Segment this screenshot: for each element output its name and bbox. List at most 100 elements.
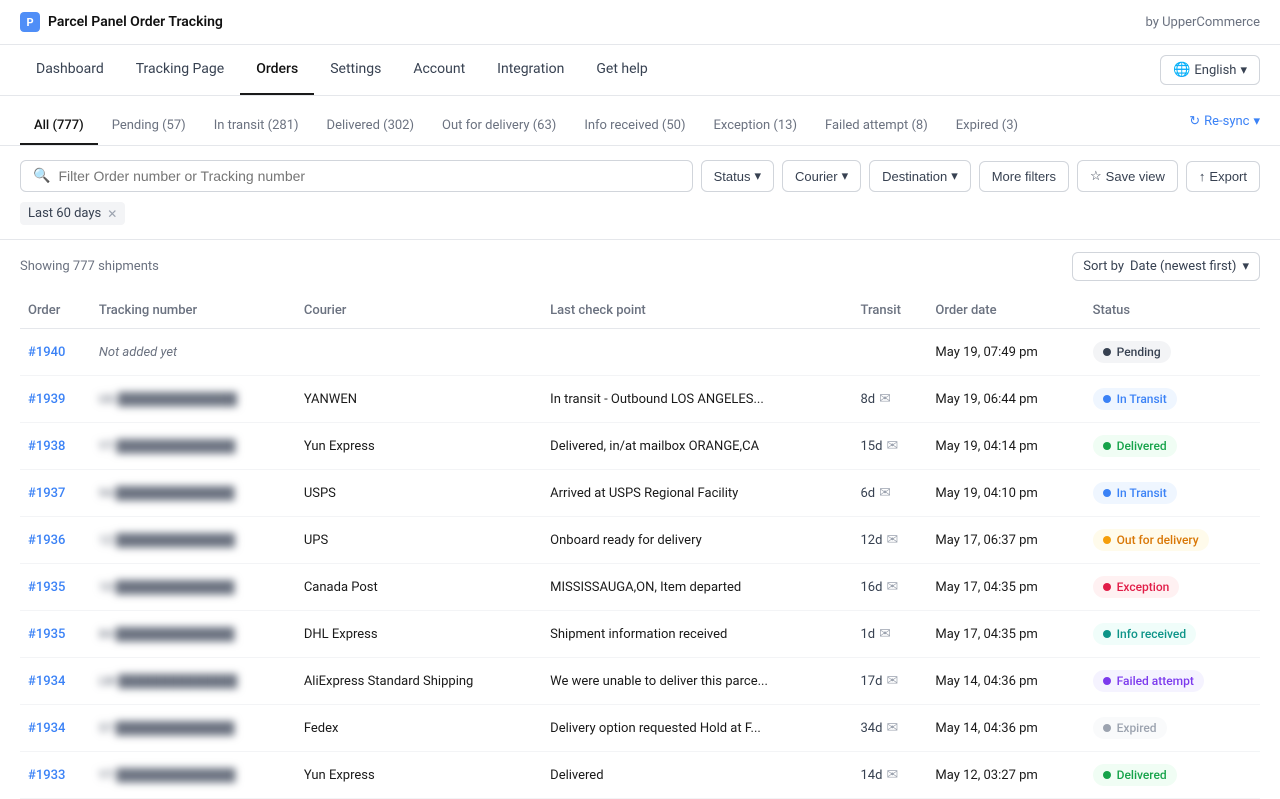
order-link[interactable]: #1937	[28, 486, 65, 501]
checkpoint-cell: MISSISSAUGA,ON, Item departed	[542, 564, 852, 611]
nav-account[interactable]: Account	[397, 45, 481, 95]
table-row: #193584 ██████████████DHL ExpressShipmen…	[20, 611, 1260, 658]
courier-filter-button[interactable]: Courier ▾	[782, 160, 861, 192]
language-selector[interactable]: 🌐 English ▾	[1160, 55, 1260, 85]
email-icon: ✉	[879, 485, 891, 501]
tracking-link[interactable]: 84 ██████████████	[99, 627, 235, 641]
transit-cell: 12d ✉	[853, 517, 928, 564]
tracking-link[interactable]: YT ██████████████	[99, 768, 235, 782]
order-link[interactable]: #1933	[28, 768, 65, 783]
transit-cell: 15d ✉	[853, 423, 928, 470]
tracking-link[interactable]: 94 ██████████████	[99, 486, 235, 500]
tab-in-transit[interactable]: In transit (281)	[200, 108, 313, 145]
nav-integration[interactable]: Integration	[481, 45, 580, 95]
status-filter-button[interactable]: Status ▾	[701, 160, 774, 192]
transit-cell: 6d ✉	[853, 470, 928, 517]
status-badge: Failed attempt	[1093, 670, 1204, 692]
tracking-link[interactable]: LW ██████████████	[99, 674, 237, 688]
order-link[interactable]: #1940	[28, 345, 65, 360]
tracking-link[interactable]: 1Z ██████████████	[99, 533, 235, 547]
app-by: by UpperCommerce	[1146, 15, 1261, 30]
tracking-link[interactable]: 10 ██████████████	[99, 580, 235, 594]
orders-table-wrap: Order Tracking number Courier Last check…	[0, 293, 1280, 799]
sort-value: Date (newest first)	[1130, 259, 1236, 274]
order-link[interactable]: #1936	[28, 533, 65, 548]
tab-expired[interactable]: Expired (3)	[942, 108, 1032, 145]
search-input[interactable]	[58, 168, 679, 184]
email-icon: ✉	[886, 579, 898, 595]
tracking-not-added: Not added yet	[99, 345, 177, 360]
courier-cell: Yun Express	[296, 423, 542, 470]
checkpoint-cell: Delivered, in/at mailbox ORANGE,CA	[542, 423, 852, 470]
save-view-label: Save view	[1106, 169, 1165, 184]
status-cell: Info received	[1085, 611, 1260, 658]
checkpoint-cell: In transit - Outbound LOS ANGELES...	[542, 376, 852, 423]
globe-icon: 🌐	[1173, 62, 1190, 78]
app-logo: P	[20, 12, 40, 32]
order-link[interactable]: #1935	[28, 627, 65, 642]
status-cell: In Transit	[1085, 376, 1260, 423]
more-filters-button[interactable]: More filters	[979, 161, 1069, 192]
tag-remove-button[interactable]: ✕	[107, 207, 117, 221]
order-link[interactable]: #1934	[28, 721, 65, 736]
order-date-cell: May 19, 04:10 pm	[927, 470, 1084, 517]
order-date-cell: May 17, 04:35 pm	[927, 611, 1084, 658]
sort-selector[interactable]: Sort by Date (newest first) ▾	[1072, 252, 1260, 281]
search-icon: 🔍	[33, 168, 50, 184]
tags-row: Last 60 days ✕	[20, 202, 1260, 225]
status-dot	[1103, 677, 1111, 685]
table-row: #193794 ██████████████USPSArrived at USP…	[20, 470, 1260, 517]
table-row: #193457 ██████████████FedexDelivery opti…	[20, 705, 1260, 752]
table-info-row: Showing 777 shipments Sort by Date (newe…	[0, 240, 1280, 293]
order-link[interactable]: #1935	[28, 580, 65, 595]
transit-cell: 1d ✉	[853, 611, 928, 658]
tracking-link[interactable]: UG ██████████████	[99, 392, 237, 406]
save-view-button[interactable]: ☆ Save view	[1077, 160, 1178, 192]
tab-info-received[interactable]: Info received (50)	[570, 108, 699, 145]
tab-pending[interactable]: Pending (57)	[98, 108, 200, 145]
status-cell: Pending	[1085, 329, 1260, 376]
showing-count: Showing 777 shipments	[20, 259, 159, 274]
filters-row: 🔍 Status ▾ Courier ▾ Destination ▾ More …	[20, 160, 1260, 192]
nav-links: Dashboard Tracking Page Orders Settings …	[20, 45, 664, 95]
col-tracking-number: Tracking number	[91, 293, 296, 329]
order-link[interactable]: #1938	[28, 439, 65, 454]
table-row: #193510 ██████████████Canada PostMISSISS…	[20, 564, 1260, 611]
tab-delivered[interactable]: Delivered (302)	[313, 108, 428, 145]
email-icon: ✉	[879, 626, 891, 642]
status-badge: Info received	[1093, 623, 1196, 645]
table-row: #1934LW ██████████████AliExpress Standar…	[20, 658, 1260, 705]
destination-filter-button[interactable]: Destination ▾	[869, 160, 971, 192]
export-button[interactable]: ↑ Export	[1186, 161, 1260, 192]
nav-get-help[interactable]: Get help	[580, 45, 663, 95]
orders-table: Order Tracking number Courier Last check…	[20, 293, 1260, 799]
order-link[interactable]: #1939	[28, 392, 65, 407]
nav-tracking-page[interactable]: Tracking Page	[120, 45, 240, 95]
nav-orders[interactable]: Orders	[240, 45, 314, 95]
resync-button[interactable]: ↻ Re-sync ▾	[1189, 114, 1260, 139]
tab-exception[interactable]: Exception (13)	[699, 108, 811, 145]
courier-cell: YANWEN	[296, 376, 542, 423]
tab-all[interactable]: All (777)	[20, 108, 98, 145]
tab-out-for-delivery[interactable]: Out for delivery (63)	[428, 108, 570, 145]
order-link[interactable]: #1934	[28, 674, 65, 689]
nav-settings[interactable]: Settings	[314, 45, 397, 95]
courier-cell: DHL Express	[296, 611, 542, 658]
nav-dashboard[interactable]: Dashboard	[20, 45, 120, 95]
tracking-link[interactable]: YT ██████████████	[99, 439, 235, 453]
more-filters-label: More filters	[992, 169, 1056, 184]
sort-label: Sort by	[1083, 259, 1124, 274]
transit-value: 1d	[861, 627, 876, 642]
tab-failed-attempt[interactable]: Failed attempt (8)	[811, 108, 942, 145]
status-label: Out for delivery	[1117, 533, 1199, 547]
order-date-cell: May 19, 06:44 pm	[927, 376, 1084, 423]
order-date-cell: May 19, 04:14 pm	[927, 423, 1084, 470]
order-date-cell: May 12, 03:27 pm	[927, 752, 1084, 799]
col-courier: Courier	[296, 293, 542, 329]
status-badge: Expired	[1093, 717, 1167, 739]
table-body: #1940Not added yetMay 19, 07:49 pmPendin…	[20, 329, 1260, 799]
top-bar: P Parcel Panel Order Tracking by UpperCo…	[0, 0, 1280, 45]
export-label: Export	[1209, 169, 1247, 184]
tracking-link[interactable]: 57 ██████████████	[99, 721, 235, 735]
transit-cell: 8d ✉	[853, 376, 928, 423]
